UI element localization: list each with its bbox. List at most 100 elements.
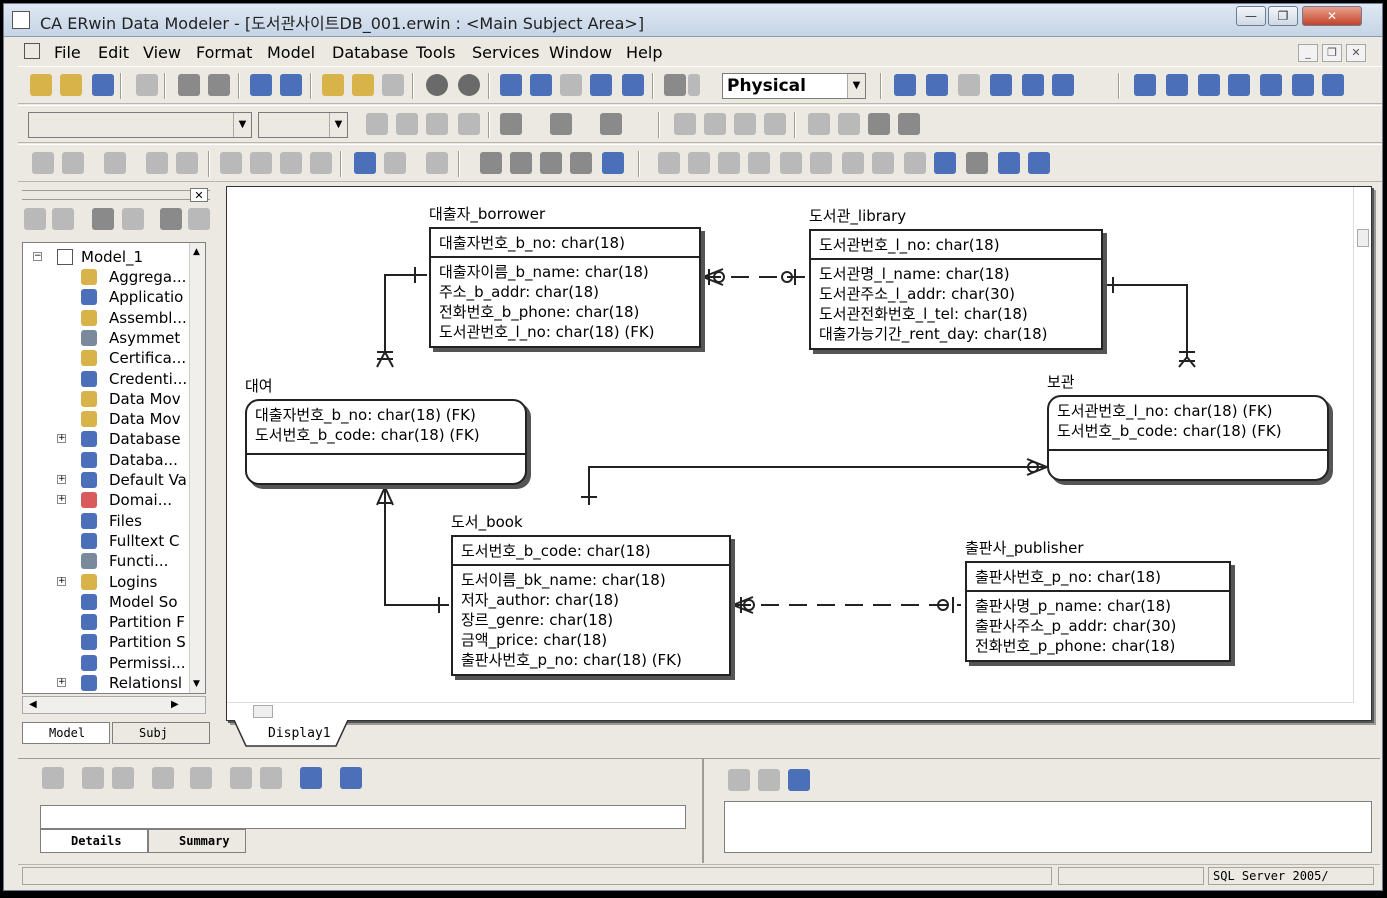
tab-subject-area[interactable]: Subj [112,722,210,744]
filter-icon[interactable] [112,767,134,789]
circle-tool-icon[interactable] [458,74,480,96]
bold-icon[interactable] [366,113,388,135]
diamond-icon[interactable] [966,152,988,174]
entity-rental[interactable]: 대출자번호_b_no: char(18) (FK) 도서번호_b_code: c… [245,399,527,485]
save-icon[interactable] [92,74,114,96]
document-icon[interactable] [24,43,40,59]
scroll-down-icon[interactable]: ▼ [193,679,200,689]
font-size-select[interactable]: ▼ [258,112,348,138]
attribute[interactable]: 장르_genre: char(18) [461,610,721,630]
document-icon[interactable] [728,769,750,791]
find-icon[interactable] [82,767,104,789]
space-vertical-icon[interactable] [898,113,920,135]
dropdown-arrow-icon[interactable] [688,74,700,96]
attribute[interactable]: 출판사명_p_name: char(18) [975,596,1221,616]
pk-attribute[interactable]: 도서관번호_l_no: char(18) [811,231,1101,260]
close-button[interactable]: ✕ [1302,6,1362,26]
entity-library[interactable]: 도서관번호_l_no: char(18) 도서관명_l_name: char(1… [809,229,1103,350]
rounded-rect-tool-icon[interactable] [1166,74,1188,96]
layout-orthogonal-icon[interactable] [718,152,740,174]
tag-icon[interactable] [340,767,362,789]
menu-edit[interactable]: Edit [98,43,129,62]
attribute[interactable]: 저자_author: char(18) [461,590,721,610]
tree-horizontal-scrollbar[interactable]: ◀ ▶ [22,696,206,714]
tree-icon[interactable] [260,767,282,789]
entity-tool-icon[interactable] [926,74,948,96]
chevron-down-icon[interactable]: ▼ [847,74,865,98]
diagram-icon[interactable] [384,152,406,174]
report-icon[interactable] [352,74,374,96]
search-icon[interactable] [280,152,302,174]
bring-front-icon[interactable] [146,152,168,174]
align-bottom-icon[interactable] [704,113,726,135]
align-top-icon[interactable] [674,113,696,135]
scroll-thumb[interactable] [253,705,273,718]
tag-icon[interactable] [788,769,810,791]
menu-format[interactable]: Format [196,43,252,62]
view-tool-icon[interactable] [958,74,980,96]
attribute-editor-icon[interactable] [510,152,532,174]
complete-compare-icon[interactable] [322,74,344,96]
pk-attribute[interactable]: 도서번호_b_code: char(18) (FK) [255,425,517,445]
layout-tree-icon[interactable] [688,152,710,174]
rel-book-rental[interactable] [384,487,449,606]
find-icon[interactable] [160,208,182,230]
menu-model[interactable]: Model [267,43,315,62]
attribute[interactable]: 전화번호_b_phone: char(18) [439,302,691,322]
tree-icon[interactable] [230,767,252,789]
reverse-engineer-icon[interactable] [280,74,302,96]
scroll-up-icon[interactable]: ▲ [193,247,200,257]
arrow-tool-icon[interactable] [1260,74,1282,96]
maximize-button[interactable]: ❐ [1268,6,1298,26]
polygon-tool-icon[interactable] [1292,74,1314,96]
print-icon[interactable] [136,74,158,96]
align-left-icon[interactable] [734,113,756,135]
underline-icon[interactable] [426,113,448,135]
menu-tools[interactable]: Tools [416,43,455,62]
ellipse-tool-icon[interactable] [1198,74,1220,96]
layout-left-right-icon[interactable] [842,152,864,174]
layout-icon[interactable] [310,152,332,174]
pk-attribute[interactable]: 도서번호_b_code: char(18) (FK) [1057,421,1319,441]
grid-icon[interactable] [220,152,242,174]
scroll-left-icon[interactable]: ◀ [29,699,37,710]
attribute[interactable]: 도서관전화번호_l_tel: char(18) [819,304,1093,324]
pane-close-icon[interactable]: ✕ [190,188,208,202]
zoom-in-icon[interactable] [500,74,522,96]
rel-borrower-rental[interactable] [384,274,427,352]
line-tool-icon[interactable] [1228,74,1250,96]
attribute[interactable]: 도서이름_bk_name: char(18) [461,570,721,590]
chevron-down-icon[interactable]: ▼ [329,113,347,137]
pk-attribute[interactable]: 출판사번호_p_no: char(18) [967,563,1229,592]
attribute[interactable]: 금액_price: char(18) [461,630,721,650]
italic-icon[interactable] [396,113,418,135]
rel-library-storage[interactable] [1105,284,1188,357]
attribute[interactable]: 도서관번호_l_no: char(18) (FK) [439,322,691,342]
attribute[interactable]: 주소_b_addr: char(18) [439,282,691,302]
text-tool-icon[interactable] [1322,74,1344,96]
rel-book-storage[interactable] [588,466,1047,505]
collapse-icon[interactable]: − [33,252,42,261]
canvas-vertical-scrollbar[interactable] [1353,187,1371,703]
space-horizontal-icon[interactable] [868,113,890,135]
menu-help[interactable]: Help [626,43,662,62]
expand-icon[interactable]: + [57,576,66,586]
advisories-list[interactable] [724,801,1372,853]
model-explorer-icon[interactable] [354,152,376,174]
strikethrough-icon[interactable] [458,113,480,135]
nav-forward-icon[interactable] [52,208,74,230]
menu-window[interactable]: Window [549,43,612,62]
key-group-icon[interactable] [540,152,562,174]
font-name-select[interactable]: ▼ [28,112,252,138]
redo-layout-icon[interactable] [998,152,1020,174]
attribute[interactable]: 출판사주소_p_addr: char(30) [975,616,1221,636]
layout-stack-icon[interactable] [904,152,926,174]
tab-model[interactable]: Model [22,722,110,744]
circle-tool-icon[interactable] [426,74,448,96]
chevron-down-icon[interactable]: ▼ [233,113,251,137]
expand-icon[interactable]: + [57,495,66,505]
folder-icon[interactable] [758,769,780,791]
schema-icon[interactable] [382,74,404,96]
tab-display1[interactable]: Display1 [232,720,349,748]
attribute[interactable]: 도서관주소_l_addr: char(30) [819,284,1093,304]
